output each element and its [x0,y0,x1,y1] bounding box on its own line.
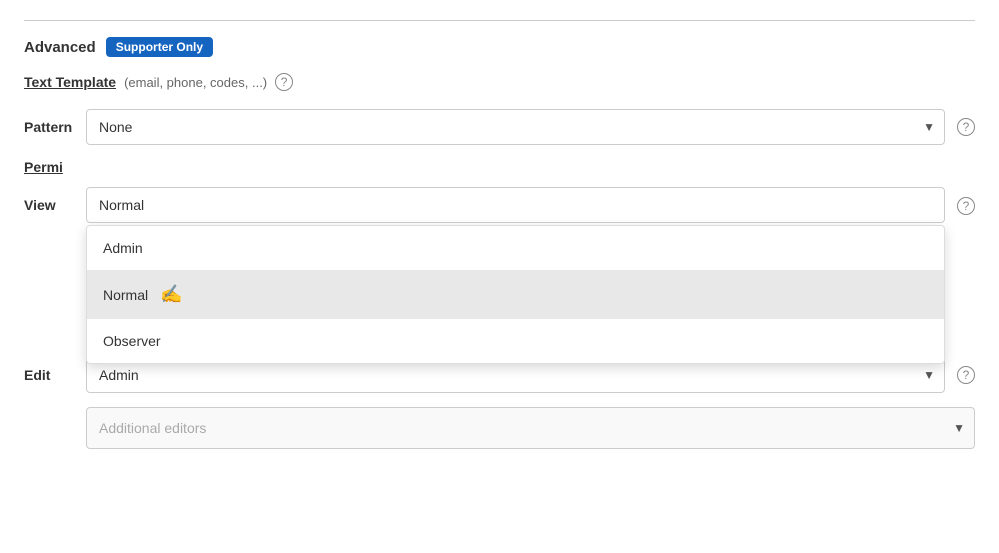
text-template-hint: (email, phone, codes, ...) [124,75,267,90]
page-container: Advanced Supporter Only Text Template (e… [0,0,999,553]
pattern-help-icon[interactable]: ? [957,118,975,136]
text-template-help-icon[interactable]: ? [275,73,293,91]
advanced-section-header: Advanced Supporter Only [24,20,975,57]
view-row: View Normal Admin Normal ✍ Observer ? [24,187,975,223]
edit-help-icon[interactable]: ? [957,366,975,384]
pattern-select-wrapper: None Email Phone Code ▼ [86,109,945,145]
edit-label: Edit [24,367,74,383]
view-label: View [24,187,74,213]
section-title: Advanced [24,39,96,56]
permissions-section: Permi [24,159,975,175]
view-option-observer[interactable]: Observer [87,319,944,363]
view-option-normal[interactable]: Normal ✍ [87,270,944,319]
text-template-row: Text Template (email, phone, codes, ...)… [24,73,975,91]
supporter-only-badge: Supporter Only [106,37,213,57]
view-option-admin[interactable]: Admin [87,226,944,270]
additional-editors-row: Additional editors ▼ [24,407,975,449]
view-select-display[interactable]: Normal [86,187,945,223]
view-dropdown: Admin Normal ✍ Observer [86,225,945,364]
view-select-wrapper: Normal Admin Normal ✍ Observer [86,187,945,223]
pattern-select[interactable]: None Email Phone Code [86,109,945,145]
additional-editors-wrapper: Additional editors ▼ [86,407,975,449]
text-template-label: Text Template [24,74,116,90]
permissions-label: Permi [24,159,63,175]
view-option-normal-label: Normal [103,287,148,303]
view-help-icon[interactable]: ? [957,197,975,215]
pattern-row: Pattern None Email Phone Code ▼ ? [24,109,975,145]
pattern-label: Pattern [24,119,74,135]
additional-editors-input[interactable]: Additional editors [86,407,975,449]
cursor-hand-icon: ✍ [160,284,182,305]
